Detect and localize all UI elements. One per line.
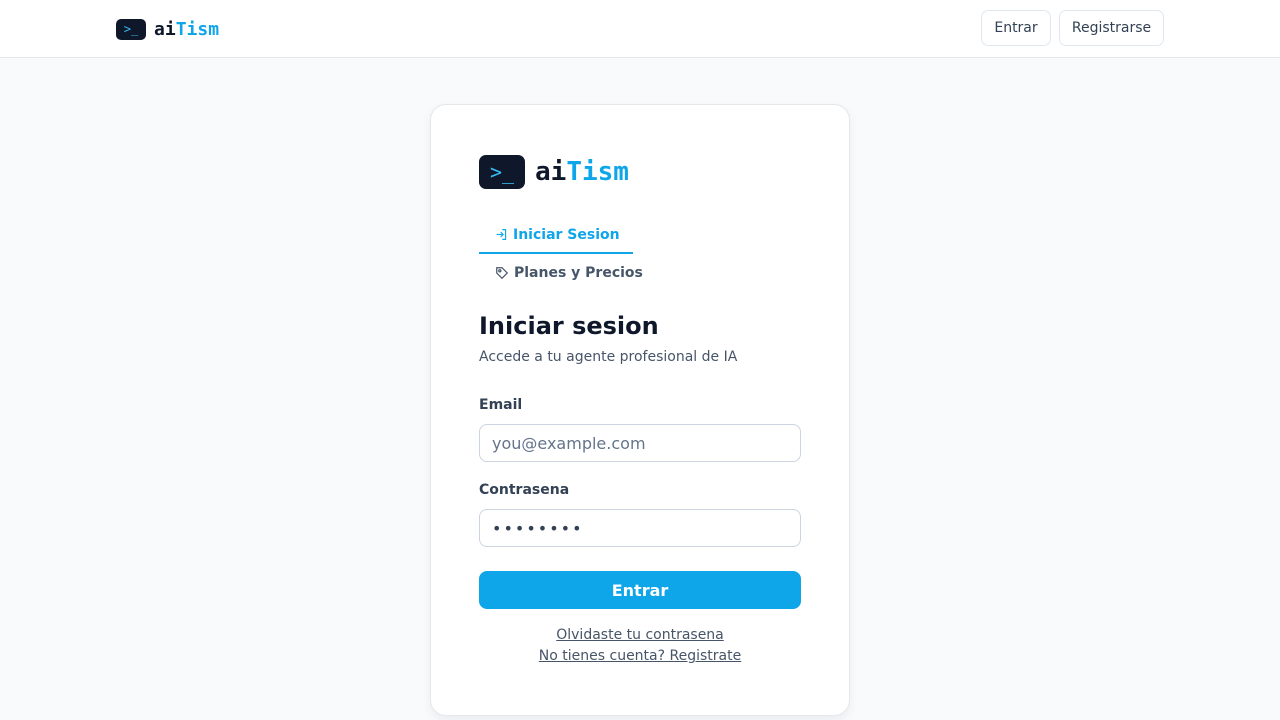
login-icon [496,229,507,240]
password-field[interactable] [479,509,801,547]
tab-login-label: Iniciar Sesion [513,226,620,243]
forgot-password-link[interactable]: Olvidaste tu contrasena [431,627,849,643]
login-submit-button[interactable]: Entrar [479,571,801,609]
header-login-button[interactable]: Entrar [981,10,1051,46]
tab-plans-label: Planes y Precios [514,265,643,281]
tag-icon [496,267,509,280]
register-link[interactable]: No tienes cuenta? Registrate [431,648,849,664]
header-register-button[interactable]: Registrarse [1059,10,1164,46]
terminal-logo-icon: >_ [116,18,146,40]
header-brand[interactable]: >_ aiTism [116,18,219,40]
page-subtitle: Accede a tu agente profesional de IA [479,349,738,365]
card-brand: >_ aiTism [479,155,629,189]
tab-plans[interactable]: Planes y Precios [479,255,649,291]
page-title: Iniciar sesion [479,312,659,340]
login-card: >_ aiTism Iniciar Sesion Planes y Precio… [430,104,850,716]
top-navbar: >_ aiTism Entrar Registrarse [0,0,1280,58]
password-label: Contrasena [479,482,570,498]
brand-name: aiTism [154,18,220,40]
tab-login[interactable]: Iniciar Sesion [479,217,633,254]
brand-name: aiTism [535,157,629,187]
email-label: Email [479,397,523,413]
terminal-logo-icon: >_ [479,155,525,189]
email-field[interactable] [479,424,801,462]
